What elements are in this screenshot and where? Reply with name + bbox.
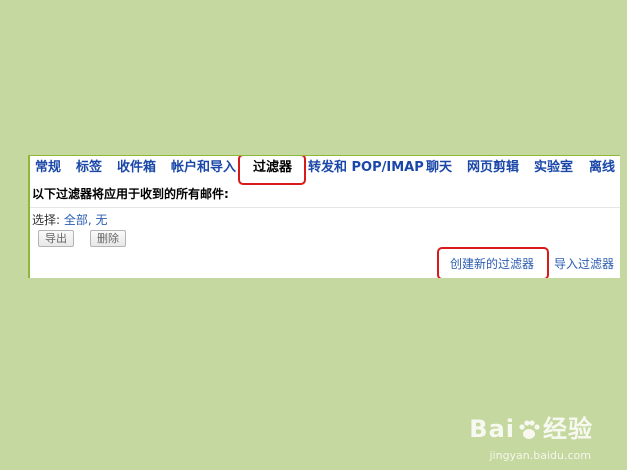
- tab-general[interactable]: 常规: [35, 160, 61, 176]
- watermark-brand-right: 经验: [543, 415, 593, 443]
- tab-accounts-import[interactable]: 帐户和导入: [171, 160, 236, 176]
- paw-icon: [519, 420, 540, 439]
- select-label: 选择:: [32, 213, 61, 227]
- select-none-link[interactable]: 无: [96, 213, 108, 227]
- select-separator: ,: [87, 213, 92, 227]
- tab-web-clips[interactable]: 网页剪辑: [467, 160, 519, 176]
- filters-description: 以下过滤器将应用于收到的所有邮件:: [32, 187, 229, 201]
- delete-button[interactable]: 删除: [90, 230, 126, 247]
- baidu-watermark: Bai 经验: [469, 409, 593, 444]
- select-all-link[interactable]: 全部: [64, 213, 88, 227]
- divider: [30, 207, 620, 208]
- tab-inbox[interactable]: 收件箱: [117, 160, 156, 176]
- watermark-url: jingyan.baidu.com: [489, 449, 591, 462]
- settings-tabs: 常规 标签 收件箱 帐户和导入 过滤器 转发和 POP/IMAP 聊天 网页剪辑…: [30, 156, 620, 180]
- select-row: 选择: 全部, 无: [32, 213, 108, 227]
- create-filter-link[interactable]: 创建新的过滤器: [450, 257, 534, 271]
- tab-labels[interactable]: 标签: [76, 160, 102, 176]
- watermark-brand-left: Bai: [469, 415, 515, 443]
- import-filters-link[interactable]: 导入过滤器: [554, 257, 614, 271]
- tab-offline[interactable]: 离线: [589, 160, 615, 176]
- tab-chat[interactable]: 聊天: [426, 160, 452, 176]
- settings-panel: 常规 标签 收件箱 帐户和导入 过滤器 转发和 POP/IMAP 聊天 网页剪辑…: [28, 155, 620, 278]
- tab-labs[interactable]: 实验室: [534, 160, 573, 176]
- tab-filters[interactable]: 过滤器: [253, 160, 292, 176]
- tab-forwarding-pop-imap[interactable]: 转发和 POP/IMAP: [308, 160, 424, 176]
- export-button[interactable]: 导出: [38, 230, 74, 247]
